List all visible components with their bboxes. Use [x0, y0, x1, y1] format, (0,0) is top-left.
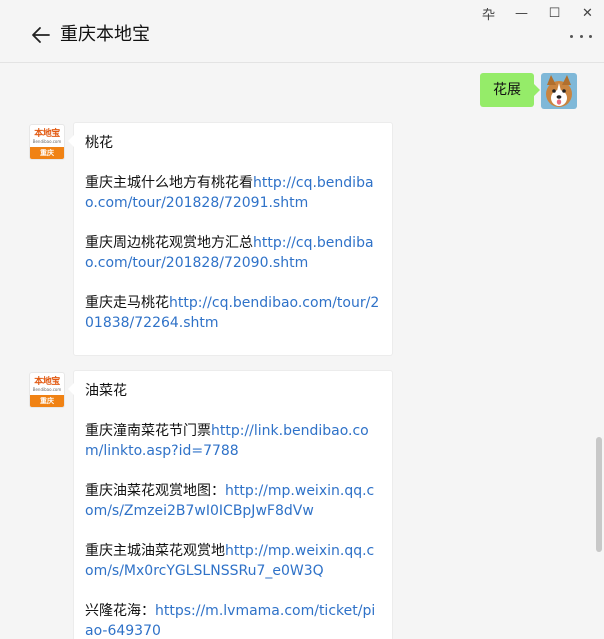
bot-avatar[interactable]: 本地宝 Bendibao.com 重庆 [29, 372, 65, 408]
avatar[interactable] [541, 73, 577, 109]
logo-subtext: Bendibao.com [32, 138, 62, 144]
logo-text: 本地宝 [34, 128, 60, 139]
logo-city: 重庆 [30, 395, 64, 407]
logo-subtext: Bendibao.com [32, 386, 62, 392]
list-item: 重庆周边桃花观赏地方汇总http://cq.bendibao.com/tour/… [85, 235, 374, 271]
list-item: 重庆主城油菜花观赏地http://mp.weixin.qq.com/s/Mx0r… [85, 543, 375, 579]
list-item: 兴隆花海：https://m.lvmama.com/ticket/piao-64… [85, 603, 376, 639]
bot-avatar[interactable]: 本地宝 Bendibao.com 重庆 [29, 124, 65, 160]
back-arrow-icon[interactable] [30, 24, 52, 46]
message-heading: 油菜花 [85, 383, 127, 399]
scrollbar[interactable] [594, 62, 604, 639]
list-item: 重庆走马桃花http://cq.bendibao.com/tour/201838… [85, 295, 380, 331]
minimize-button[interactable]: — [505, 0, 538, 26]
message-bubble[interactable]: 油菜花 重庆潼南菜花节门票http://link.bendibao.com/li… [68, 370, 393, 639]
chat-window: 卆 — ☐ ✕ 重庆本地宝 花展 本地宝 Bendibao.com 重庆 桃花 … [0, 0, 604, 639]
logo-city: 重庆 [30, 147, 64, 159]
message-bubble[interactable]: 桃花 重庆主城什么地方有桃花看http://cq.bendibao.com/to… [68, 122, 393, 356]
scrollbar-thumb[interactable] [596, 437, 602, 552]
pin-icon[interactable]: 卆 [472, 0, 505, 26]
title-bar: 卆 — ☐ ✕ 重庆本地宝 [0, 0, 604, 63]
message-heading: 桃花 [85, 135, 113, 151]
close-button[interactable]: ✕ [571, 0, 604, 26]
logo-text: 本地宝 [34, 376, 60, 387]
window-controls: 卆 — ☐ ✕ [472, 0, 604, 26]
sent-message[interactable]: 花展 [480, 73, 540, 107]
more-icon[interactable] [570, 30, 592, 42]
list-item: 重庆油菜花观赏地图：http://mp.weixin.qq.com/s/Zmze… [85, 483, 375, 519]
list-item: 重庆主城什么地方有桃花看http://cq.bendibao.com/tour/… [85, 175, 374, 211]
chat-title: 重庆本地宝 [60, 24, 150, 45]
list-item: 重庆潼南菜花节门票http://link.bendibao.com/linkto… [85, 423, 369, 459]
maximize-button[interactable]: ☐ [538, 0, 571, 26]
